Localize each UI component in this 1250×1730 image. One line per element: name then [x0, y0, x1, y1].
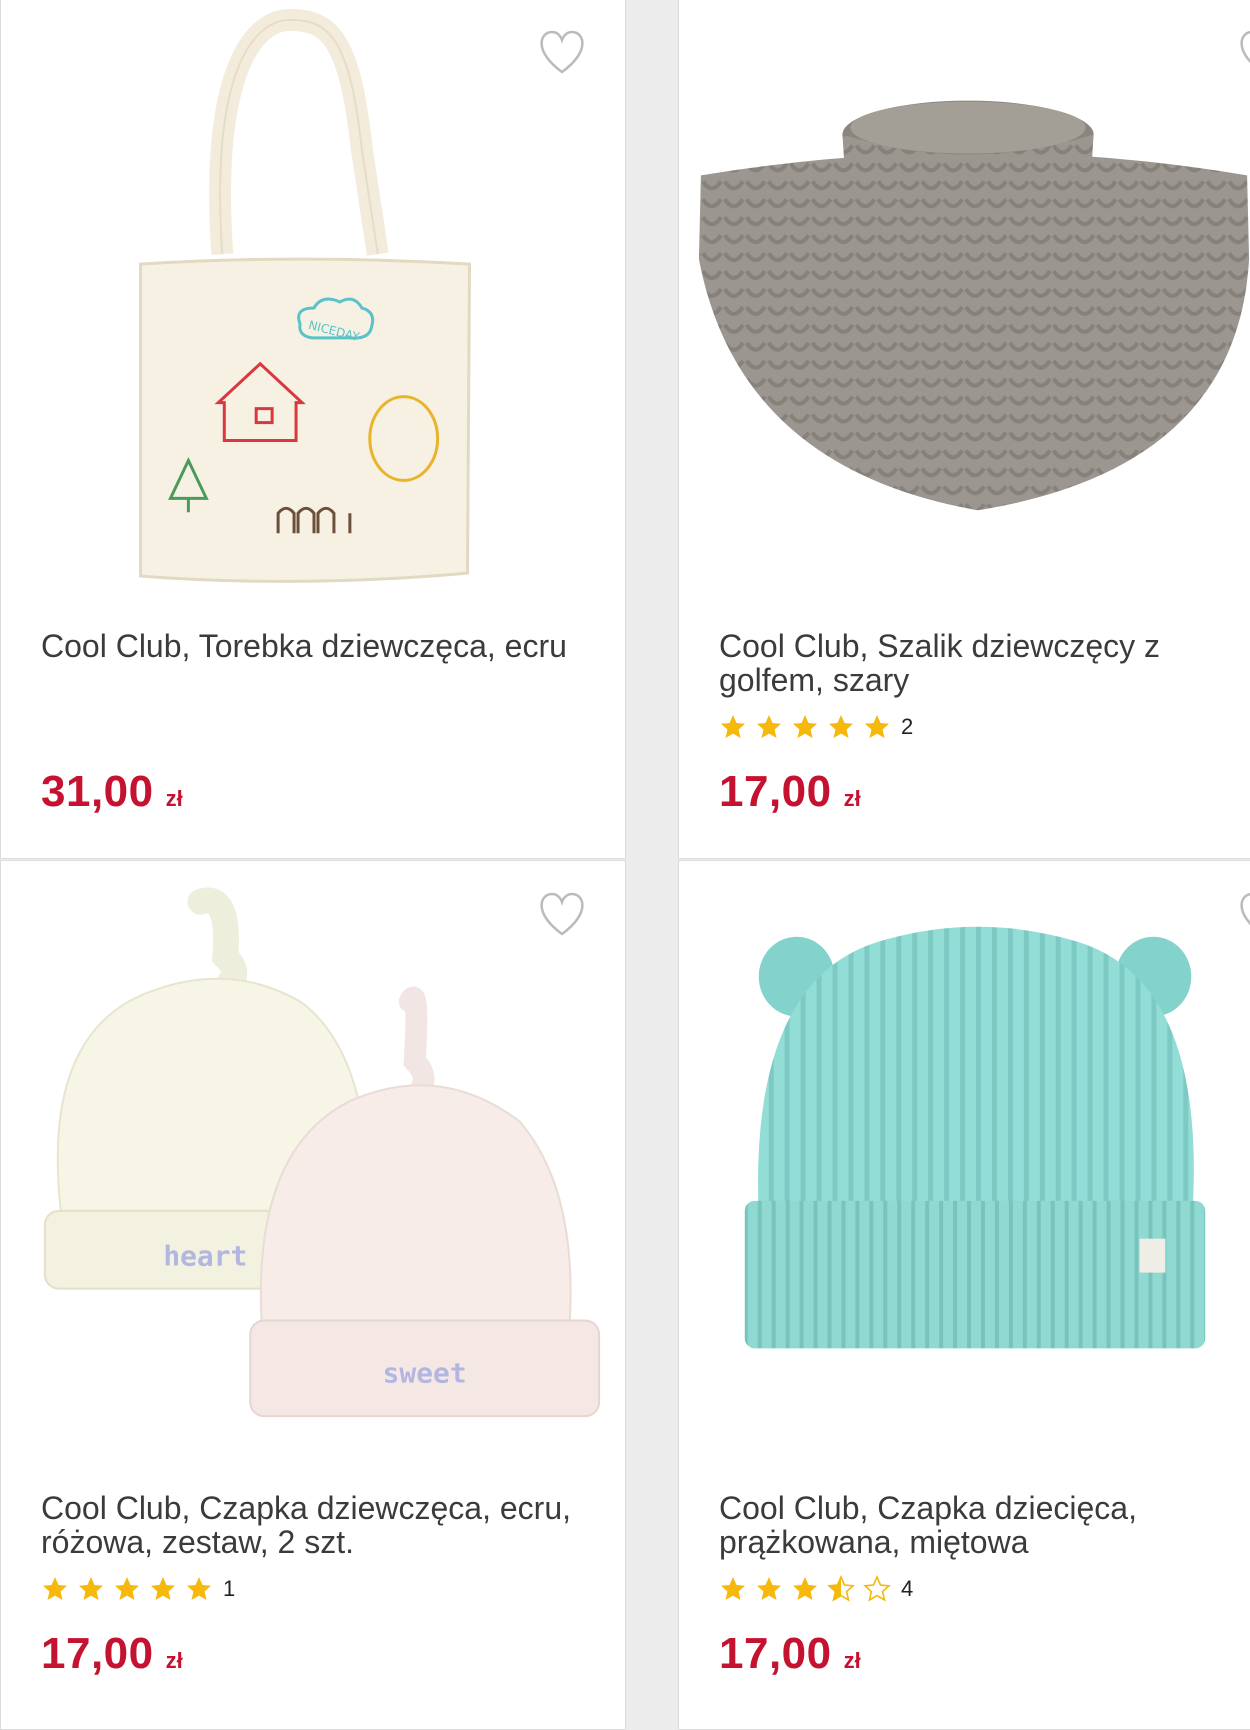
star-full-icon — [151, 1577, 175, 1600]
rating: 4 — [719, 1575, 913, 1603]
product-price: 17,00 zł — [719, 767, 861, 817]
star-full-icon — [757, 1577, 781, 1600]
star-empty-icon — [863, 1575, 891, 1602]
star-full-icon — [187, 1577, 211, 1600]
star-full-icon — [757, 715, 781, 738]
product-card[interactable]: heart sweet Cool Club, Czapka dziewczęca… — [0, 860, 626, 1730]
heart-icon[interactable] — [537, 891, 587, 937]
product-title[interactable]: Cool Club, Czapka dziecięca, prążkowana,… — [719, 1491, 1250, 1559]
product-card[interactable]: NICEDAY Cool Club, Torebka dziewczęca, e… — [0, 0, 626, 859]
review-count: 4 — [901, 1576, 914, 1601]
star-full-icon — [829, 715, 853, 738]
product-image-mint-beanie[interactable] — [679, 861, 1250, 1451]
svg-text:heart: heart — [163, 1240, 247, 1273]
star-full-icon — [793, 715, 817, 738]
star-full-icon — [43, 1577, 67, 1600]
product-image-beanies-set[interactable]: heart sweet — [1, 861, 625, 1451]
rating: 1 — [41, 1575, 235, 1603]
review-count: 1 — [223, 1576, 236, 1601]
star-full-icon — [865, 715, 889, 738]
price-value: 17,00 — [719, 767, 832, 816]
price-value: 17,00 — [719, 1629, 832, 1678]
price-currency: zł — [843, 786, 861, 811]
svg-text:sweet: sweet — [383, 1356, 467, 1389]
rating: 2 — [719, 713, 913, 741]
price-currency: zł — [165, 786, 183, 811]
product-card[interactable]: Cool Club, Szalik dziewczęcy z golfem, s… — [678, 0, 1250, 859]
price-value: 31,00 — [41, 767, 154, 816]
product-image-tote-bag[interactable]: NICEDAY — [1, 0, 625, 589]
price-value: 17,00 — [41, 1629, 154, 1678]
star-half-icon — [827, 1575, 855, 1602]
product-title[interactable]: Cool Club, Torebka dziewczęca, ecru — [41, 629, 581, 663]
price-currency: zł — [843, 1648, 861, 1673]
star-full-icon — [79, 1577, 103, 1600]
product-price: 17,00 zł — [719, 1629, 861, 1679]
star-full-icon — [721, 715, 745, 738]
product-card[interactable]: Cool Club, Czapka dziecięca, prążkowana,… — [678, 860, 1250, 1730]
product-grid: NICEDAY Cool Club, Torebka dziewczęca, e… — [0, 0, 1250, 1730]
product-image-neck-warmer[interactable] — [679, 0, 1250, 589]
star-full-icon — [115, 1577, 139, 1600]
star-full-icon — [793, 1577, 817, 1600]
product-title[interactable]: Cool Club, Szalik dziewczęcy z golfem, s… — [719, 629, 1250, 697]
price-currency: zł — [165, 1648, 183, 1673]
review-count: 2 — [901, 714, 914, 739]
star-full-icon — [721, 1577, 745, 1600]
product-title[interactable]: Cool Club, Czapka dziewczęca, ecru, różo… — [41, 1491, 581, 1559]
heart-icon[interactable] — [1237, 29, 1250, 75]
heart-icon[interactable] — [537, 29, 587, 75]
heart-icon[interactable] — [1237, 891, 1250, 937]
product-price: 17,00 zł — [41, 1629, 183, 1679]
product-price: 31,00 zł — [41, 767, 183, 817]
